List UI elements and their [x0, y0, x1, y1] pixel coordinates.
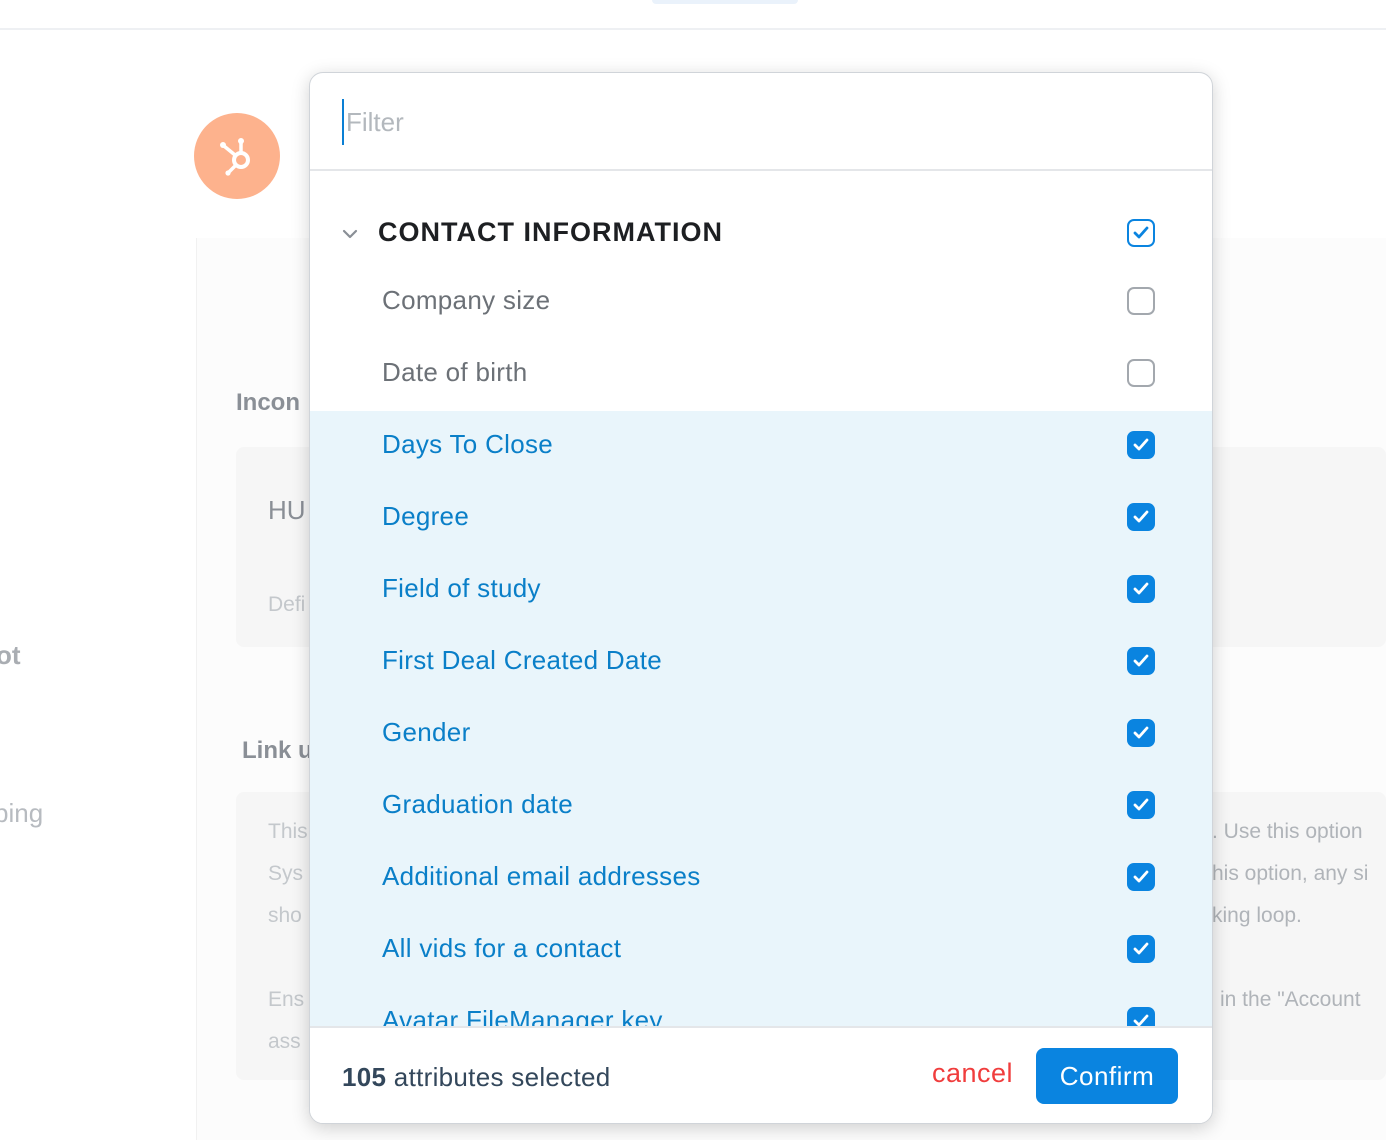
item-checkbox[interactable]: [1127, 791, 1155, 819]
item-checkbox[interactable]: [1127, 863, 1155, 891]
list-item-avatar-filemanager-key[interactable]: Avatar FileManager key: [310, 987, 1212, 1026]
list-item-additional-email-addresses[interactable]: Additional email addresses: [310, 843, 1212, 915]
list-item-label: Avatar FileManager key: [382, 1005, 663, 1026]
active-tab-indicator: [652, 0, 798, 4]
chevron-down-icon[interactable]: [342, 229, 358, 239]
list-item-label: Field of study: [382, 573, 541, 603]
checkmark-icon: [1133, 226, 1149, 239]
hubspot-sprocket-icon: [220, 138, 250, 176]
section-heading-link: Link u: [242, 737, 313, 764]
checkmark-icon: [1133, 1014, 1149, 1026]
list-item-first-deal-created-date[interactable]: First Deal Created Date: [310, 627, 1212, 699]
list-item-label: Gender: [382, 717, 471, 747]
list-item-label: Graduation date: [382, 789, 573, 819]
checkmark-icon: [1133, 942, 1149, 955]
list-item-label: Days To Close: [382, 429, 554, 459]
list-item-label: Additional email addresses: [382, 861, 701, 891]
checkmark-icon: [1133, 654, 1149, 667]
selected-count: 105: [342, 1062, 387, 1092]
filter-bar: [310, 73, 1212, 171]
list-item-label: Degree: [382, 501, 470, 531]
selected-count-suffix: attributes selected: [386, 1062, 611, 1092]
list-item-graduation-date[interactable]: Graduation date: [310, 771, 1212, 843]
top-bar: [0, 0, 1386, 30]
list-item-all-vids-for-a-contact[interactable]: All vids for a contact: [310, 915, 1212, 987]
integration-box-title: HU: [268, 495, 306, 525]
info-line-2-left: Sys: [268, 862, 304, 885]
item-checkbox[interactable]: [1127, 503, 1155, 531]
section-heading-income: Incon: [236, 389, 300, 416]
checkmark-icon: [1133, 438, 1149, 451]
info-line-1-left: This: [268, 820, 308, 843]
selected-count-text: 105 attributes selected: [342, 1062, 611, 1093]
list-item-degree[interactable]: Degree: [310, 483, 1212, 555]
checkmark-icon: [1133, 870, 1149, 883]
attribute-picker-dialog: CONTACT INFORMATION Company size Date of…: [309, 72, 1213, 1124]
filter-input[interactable]: [342, 99, 1148, 145]
list-item-label: Date of birth: [382, 357, 528, 387]
list-item-company-size[interactable]: Company size: [310, 267, 1212, 339]
item-checkbox[interactable]: [1127, 1007, 1155, 1026]
sidebar-fragment-ping: ping: [0, 798, 44, 828]
integration-box-subtitle: Defi: [268, 593, 306, 616]
item-checkbox[interactable]: [1127, 575, 1155, 603]
list-item-label: Company size: [382, 285, 551, 315]
item-checkbox[interactable]: [1127, 935, 1155, 963]
item-checkbox[interactable]: [1127, 359, 1155, 387]
item-checkbox[interactable]: [1127, 647, 1155, 675]
checkmark-icon: [1133, 582, 1149, 595]
checkmark-icon: [1133, 510, 1149, 523]
sidebar-fragment-ot: ot: [0, 640, 21, 670]
info-line-1-right: . Use this option: [1212, 820, 1363, 843]
info-line-4-right: in the "Account: [1220, 988, 1361, 1011]
info-line-2-right: his option, any si: [1212, 862, 1369, 885]
confirm-button[interactable]: Confirm: [1036, 1048, 1178, 1104]
hubspot-logo: [194, 113, 280, 199]
list-item-gender[interactable]: Gender: [310, 699, 1212, 771]
cancel-button[interactable]: cancel: [932, 1058, 1013, 1089]
list-item-label: All vids for a contact: [382, 933, 622, 963]
item-checkbox[interactable]: [1127, 719, 1155, 747]
info-line-5-left: ass: [268, 1030, 301, 1053]
list-item-date-of-birth[interactable]: Date of birth: [310, 339, 1212, 411]
group-select-all-checkbox[interactable]: [1127, 219, 1155, 247]
dialog-footer: 105 attributes selected cancel Confirm: [310, 1026, 1212, 1123]
info-line-4-left: Ens: [268, 988, 305, 1011]
list-item-days-to-close[interactable]: Days To Close: [310, 411, 1212, 483]
attribute-list[interactable]: CONTACT INFORMATION Company size Date of…: [310, 171, 1212, 1026]
list-item-label: First Deal Created Date: [382, 645, 663, 675]
info-line-3-right: king loop.: [1212, 904, 1302, 927]
checkmark-icon: [1133, 726, 1149, 739]
checkmark-icon: [1133, 798, 1149, 811]
item-checkbox[interactable]: [1127, 431, 1155, 459]
info-line-3-left: sho: [268, 904, 302, 927]
list-item-field-of-study[interactable]: Field of study: [310, 555, 1212, 627]
group-title[interactable]: CONTACT INFORMATION: [378, 217, 723, 248]
item-checkbox[interactable]: [1127, 287, 1155, 315]
